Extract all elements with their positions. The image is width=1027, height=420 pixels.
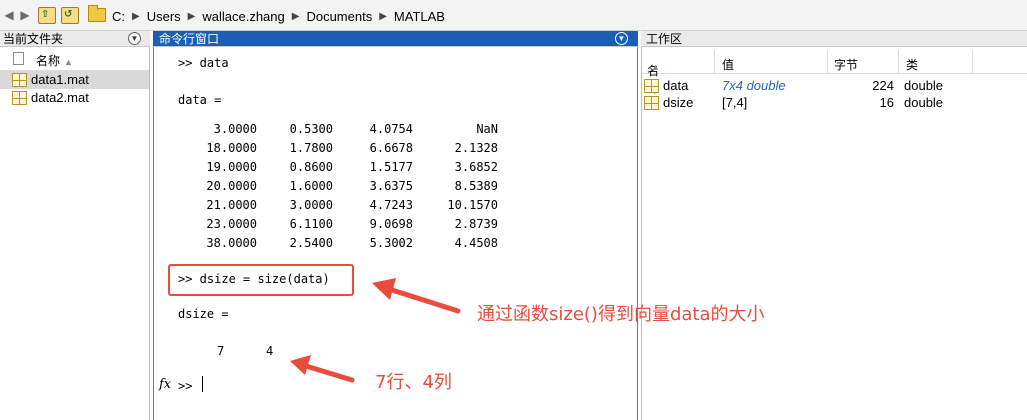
arrow-to-dsize-values	[290, 355, 355, 383]
arrow-to-size-command	[372, 278, 461, 314]
annotation-arrows	[290, 278, 461, 383]
annotation-rows-cols-note: 7行、4列	[375, 372, 452, 393]
annotation-size-note: 通过函数size()得到向量data的大小	[477, 304, 765, 325]
